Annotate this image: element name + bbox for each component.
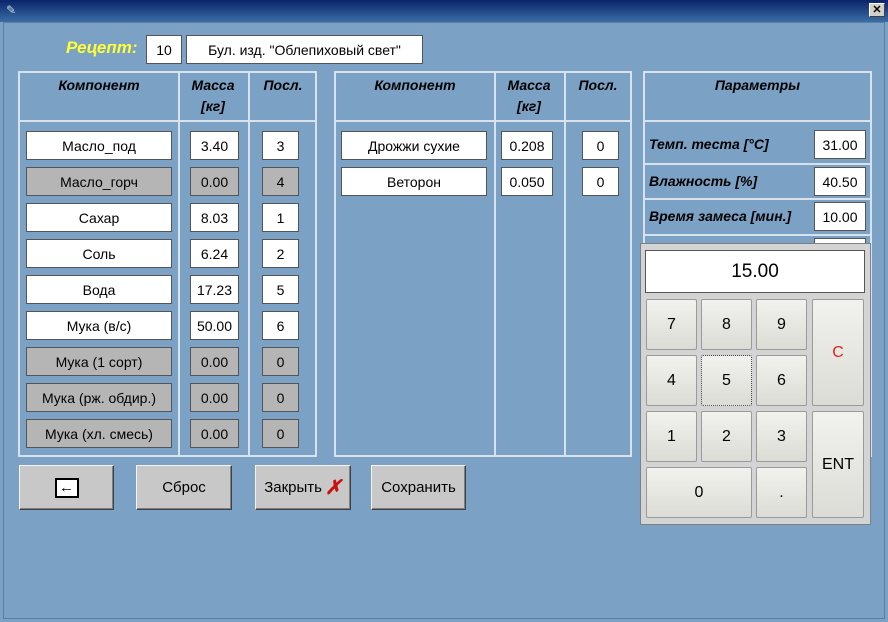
close-button[interactable]: Закрыть ✗ <box>255 465 351 510</box>
key-4[interactable]: 4 <box>646 355 697 406</box>
close-button-label: Закрыть <box>264 479 322 496</box>
parameter-label: Время замеса [мин.] <box>649 208 792 224</box>
component-name-field[interactable]: Масло_под <box>26 131 172 160</box>
parameter-label: Влажность [%] <box>649 173 758 189</box>
parameter-label: Темп. теста [°C] <box>649 136 769 152</box>
component-mass-field[interactable]: 0.208 <box>501 131 553 160</box>
save-button[interactable]: Сохранить <box>371 465 466 510</box>
component-order-field[interactable]: 6 <box>262 311 299 340</box>
component-mass-field[interactable]: 8.03 <box>190 203 239 232</box>
component-order-field[interactable]: 5 <box>262 275 299 304</box>
key-clear[interactable]: C <box>812 299 864 406</box>
middle-header-component: Компонент <box>374 77 456 93</box>
middle-components-panel <box>334 71 632 457</box>
component-order-field[interactable]: 0 <box>262 383 299 412</box>
window-close-button[interactable]: ✕ <box>869 3 885 17</box>
keypad-display[interactable]: 15.00 <box>645 250 865 293</box>
component-mass-field[interactable]: 3.40 <box>190 131 239 160</box>
key-0[interactable]: 0 <box>646 467 752 518</box>
back-button[interactable]: ← <box>19 465 114 510</box>
middle-header-order: Посл. <box>578 77 618 93</box>
title-bar: ✎ ✕ <box>0 0 888 22</box>
component-mass-field[interactable]: 0.00 <box>190 167 239 196</box>
parameters-header: Параметры <box>714 77 801 93</box>
component-name-field[interactable]: Сахар <box>26 203 172 232</box>
component-order-field[interactable]: 0 <box>582 167 619 196</box>
parameter-value-field[interactable]: 10.00 <box>814 202 866 231</box>
component-order-field[interactable]: 0 <box>582 131 619 160</box>
component-mass-field[interactable]: 0.050 <box>501 167 553 196</box>
component-order-field[interactable]: 2 <box>262 239 299 268</box>
component-order-field[interactable]: 0 <box>262 347 299 376</box>
key-7[interactable]: 7 <box>646 299 697 350</box>
middle-header-mass: Масса [кг] <box>507 77 551 114</box>
component-name-field[interactable]: Масло_горч <box>26 167 172 196</box>
key-2[interactable]: 2 <box>701 411 752 462</box>
recipe-label: Рецепт: <box>66 38 138 57</box>
component-order-field[interactable]: 1 <box>262 203 299 232</box>
component-mass-field[interactable]: 0.00 <box>190 347 239 376</box>
component-name-field[interactable]: Вода <box>26 275 172 304</box>
key-1[interactable]: 1 <box>646 411 697 462</box>
component-order-field[interactable]: 0 <box>262 419 299 448</box>
recipe-number-field[interactable]: 10 <box>146 35 182 64</box>
close-x-icon: ✗ <box>325 476 342 499</box>
component-order-field[interactable]: 3 <box>262 131 299 160</box>
key-6[interactable]: 6 <box>756 355 807 406</box>
component-name-field[interactable]: Мука (1 сорт) <box>26 347 172 376</box>
parameter-value-field[interactable]: 31.00 <box>814 130 866 159</box>
component-mass-field[interactable]: 6.24 <box>190 239 239 268</box>
component-name-field[interactable]: Дрожжи сухие <box>341 131 487 160</box>
component-name-field[interactable]: Соль <box>26 239 172 268</box>
parameter-value-field[interactable]: 40.50 <box>814 167 866 196</box>
recipe-name-field[interactable]: Бул. изд. "Облепиховый свет" <box>186 35 423 64</box>
component-mass-field[interactable]: 17.23 <box>190 275 239 304</box>
component-mass-field[interactable]: 0.00 <box>190 419 239 448</box>
left-header-component: Компонент <box>58 77 140 93</box>
component-order-field[interactable]: 4 <box>262 167 299 196</box>
reset-button[interactable]: Сброс <box>136 465 232 510</box>
component-name-field[interactable]: Мука (в/с) <box>26 311 172 340</box>
key-decimal[interactable]: . <box>756 467 807 518</box>
left-header-mass: Масса [кг] <box>191 77 235 114</box>
key-3[interactable]: 3 <box>756 411 807 462</box>
component-name-field[interactable]: Мука (рж. обдир.) <box>26 383 172 412</box>
component-mass-field[interactable]: 50.00 <box>190 311 239 340</box>
app-icon: ✎ <box>6 3 17 17</box>
key-8[interactable]: 8 <box>701 299 752 350</box>
key-enter[interactable]: ENT <box>812 411 864 518</box>
component-mass-field[interactable]: 0.00 <box>190 383 239 412</box>
component-name-field[interactable]: Веторон <box>341 167 487 196</box>
component-name-field[interactable]: Мука (хл. смесь) <box>26 419 172 448</box>
key-9[interactable]: 9 <box>756 299 807 350</box>
arrow-left-icon: ← <box>54 477 79 498</box>
key-5[interactable]: 5 <box>701 355 752 406</box>
left-header-order: Посл. <box>263 77 303 93</box>
